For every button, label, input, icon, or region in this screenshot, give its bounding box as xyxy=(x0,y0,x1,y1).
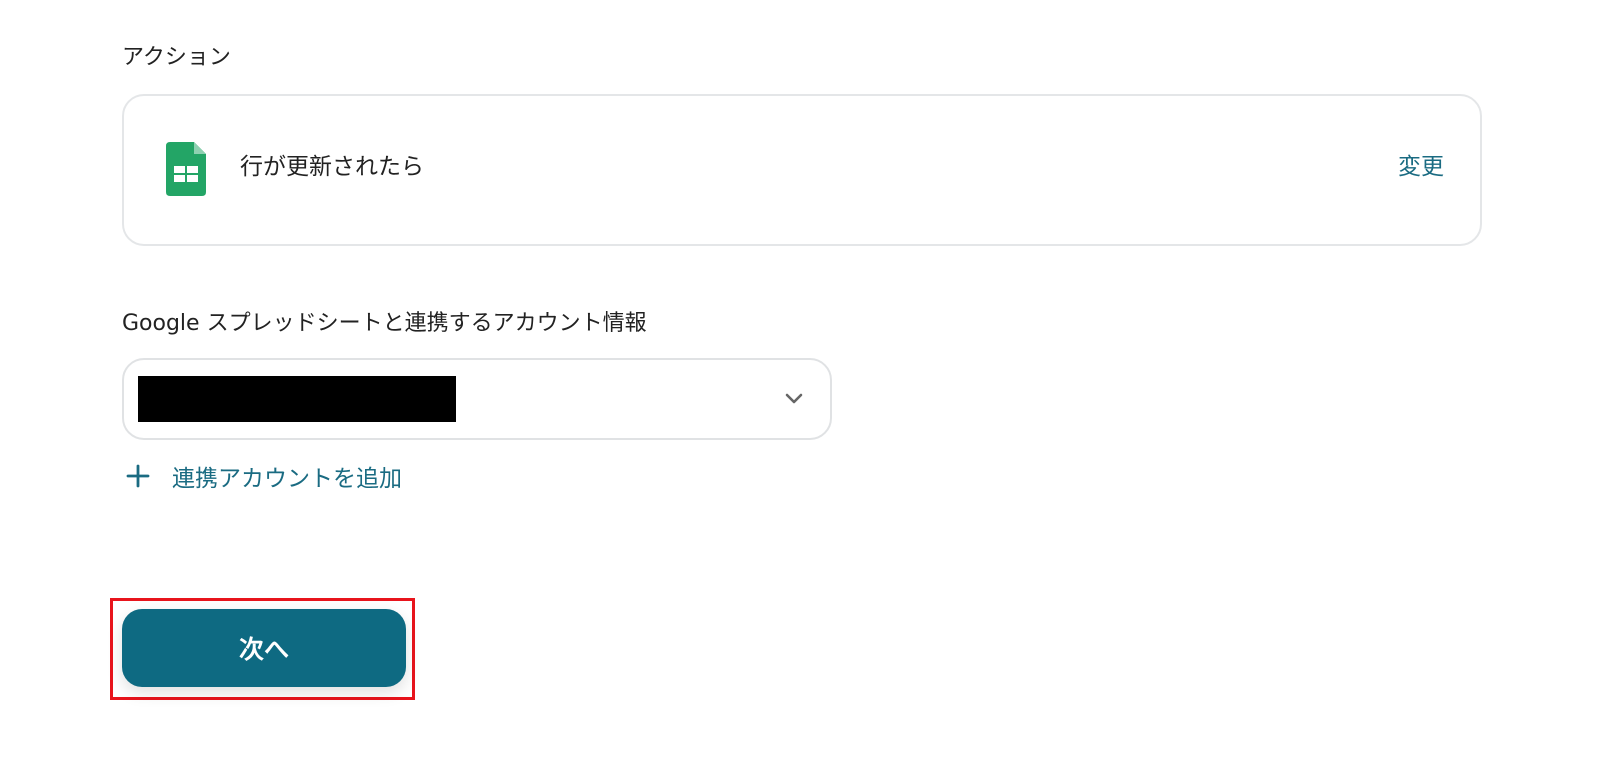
action-section-label: アクション xyxy=(122,45,231,70)
add-account-label: 連携アカウントを追加 xyxy=(172,466,402,492)
redacted-account-value xyxy=(138,376,456,422)
action-name: 行が更新されたら xyxy=(240,154,424,180)
action-card: 行が更新されたら 変更 xyxy=(122,94,1482,246)
chevron-down-icon xyxy=(784,390,804,404)
account-select[interactable] xyxy=(122,358,832,440)
plus-icon xyxy=(126,464,150,488)
account-section-label: Google スプレッドシートと連携するアカウント情報 xyxy=(122,311,647,336)
add-account-link[interactable]: 連携アカウントを追加 xyxy=(126,458,402,494)
change-action-link[interactable]: 変更 xyxy=(1398,152,1444,182)
next-button[interactable]: 次へ xyxy=(122,609,406,687)
google-sheets-icon xyxy=(166,142,206,196)
